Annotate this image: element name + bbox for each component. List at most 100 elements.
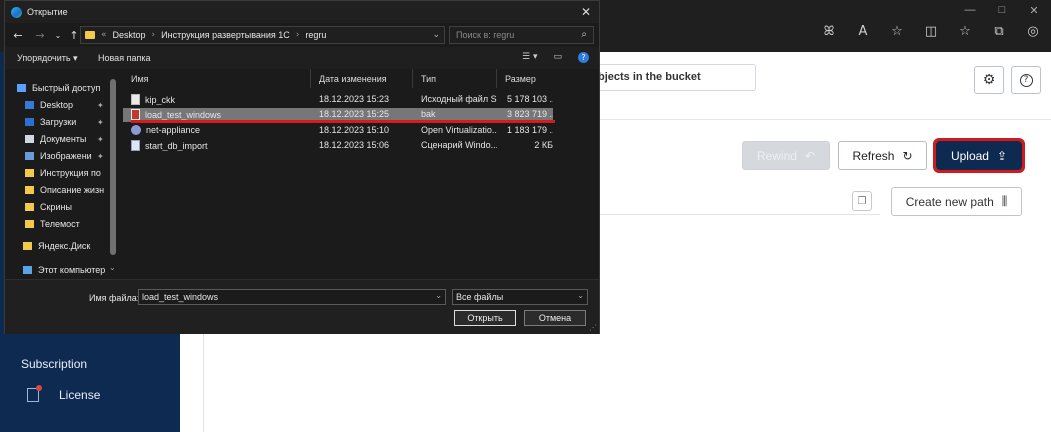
script-file-icon bbox=[131, 140, 140, 151]
back-arrow-icon[interactable]: ← bbox=[11, 29, 25, 42]
breadcrumb-instruction[interactable]: Инструкция развертывания 1С bbox=[161, 30, 290, 40]
breadcrumb-desktop[interactable]: Desktop bbox=[113, 30, 146, 40]
file-row[interactable]: kip_ckk 18.12.2023 15:23 Исходный файл S… bbox=[123, 93, 553, 107]
file-modified: 18.12.2023 15:23 bbox=[319, 94, 390, 104]
close-icon[interactable]: ✕ bbox=[581, 5, 591, 19]
sidebar-item-label: License bbox=[59, 388, 101, 402]
file-row[interactable]: net-appliance 18.12.2023 15:10 Open Virt… bbox=[123, 124, 553, 138]
help-button[interactable]: ? bbox=[1011, 66, 1041, 94]
nav-quick-access[interactable]: Быстрый доступ bbox=[17, 83, 100, 93]
close-window-icon[interactable]: ✕ bbox=[1027, 4, 1041, 17]
nav-label: Desktop bbox=[40, 100, 74, 110]
file-modified: 18.12.2023 15:25 bbox=[319, 109, 390, 119]
backup-file-icon bbox=[131, 109, 140, 120]
file-row[interactable]: start_db_import 18.12.2023 15:06 Сценари… bbox=[123, 139, 553, 153]
nav-desktop[interactable]: Desktop bbox=[25, 100, 73, 110]
cancel-button[interactable]: Отмена bbox=[524, 310, 586, 326]
dialog-search-input[interactable]: Поиск в: regru ⌕ bbox=[449, 26, 594, 44]
resize-grip-icon[interactable]: ⋰ bbox=[589, 323, 597, 332]
chevron-down-icon[interactable]: ⌄ bbox=[435, 291, 442, 300]
address-overflow[interactable]: « bbox=[101, 30, 107, 40]
nav-label: Инструкция по bbox=[40, 168, 101, 178]
filetype-select[interactable]: Все файлы ⌄ bbox=[452, 289, 588, 305]
copy-path-button[interactable]: ❐ bbox=[852, 191, 872, 211]
file-name: start_db_import bbox=[145, 140, 208, 151]
file-name: load_test_windows bbox=[145, 109, 222, 120]
help-icon[interactable]: ? bbox=[578, 52, 589, 63]
chevron-down-icon[interactable]: ⌄ bbox=[109, 263, 116, 272]
nav-label: Телемост bbox=[40, 219, 80, 229]
breadcrumb-regru[interactable]: regru bbox=[305, 30, 326, 40]
nav-label: Загрузки bbox=[40, 117, 77, 127]
file-modified: 18.12.2023 15:06 bbox=[319, 140, 390, 150]
dialog-navbar: ← → ⌄ ↑ « Desktop › Инструкция развертыв… bbox=[5, 24, 599, 46]
column-header-type[interactable]: Тип bbox=[413, 69, 497, 88]
chevron-down-icon[interactable]: ⌄ bbox=[432, 30, 440, 40]
nav-this-pc[interactable]: Этот компьютер bbox=[23, 265, 105, 275]
column-header-name[interactable]: Имя bbox=[123, 69, 311, 88]
refresh-button[interactable]: Refresh ↻ bbox=[838, 141, 927, 170]
nav-folder-description[interactable]: Описание жизн bbox=[25, 185, 104, 195]
nav-folder-telemost[interactable]: Телемост bbox=[25, 219, 80, 229]
scrollbar-thumb[interactable] bbox=[110, 79, 116, 255]
column-header-modified[interactable]: Дата изменения bbox=[311, 69, 413, 88]
open-button[interactable]: Открыть bbox=[454, 310, 516, 326]
search-icon: ⌕ bbox=[581, 29, 587, 40]
profile-icon[interactable]: ◎ bbox=[1023, 24, 1043, 39]
nav-label: Быстрый доступ bbox=[32, 83, 101, 93]
nav-yandex-disk[interactable]: Яндекс.Диск bbox=[23, 241, 90, 251]
maximize-icon[interactable]: □ bbox=[995, 4, 1009, 17]
new-folder-button[interactable]: Новая папка bbox=[98, 53, 150, 63]
rewind-button[interactable]: Rewind ↶ bbox=[742, 141, 830, 170]
gear-icon: ⚙ bbox=[982, 72, 996, 88]
read-aloud-icon[interactable]: ꕤ bbox=[819, 24, 839, 39]
collections-icon[interactable]: ⧉ bbox=[989, 24, 1009, 39]
nav-label: Описание жизн bbox=[40, 185, 105, 195]
settings-button[interactable]: ⚙ bbox=[974, 66, 1004, 94]
forward-arrow-icon[interactable]: → bbox=[33, 29, 47, 42]
recent-dropdown-icon[interactable]: ⌄ bbox=[51, 31, 65, 40]
nav-folder-instruction[interactable]: Инструкция по bbox=[25, 168, 101, 178]
file-type: Исходный файл S... bbox=[421, 94, 497, 104]
favorite-icon[interactable]: ☆ bbox=[887, 24, 907, 39]
copy-icon: ❐ bbox=[857, 195, 867, 207]
sidebar-item-license[interactable]: License bbox=[27, 385, 101, 402]
command-bar: Упорядочить ▾ Новая папка ☰ ▾ ▭ ? bbox=[5, 47, 599, 69]
refresh-icon: ↻ bbox=[902, 148, 913, 163]
split-icon[interactable]: ◫ bbox=[921, 24, 941, 39]
nav-scrollbar[interactable]: ⌄ bbox=[109, 71, 117, 275]
pin-icon: ✦ bbox=[97, 152, 104, 161]
nav-label: Изображени bbox=[40, 151, 92, 161]
path-bar bbox=[598, 186, 880, 215]
file-modified: 18.12.2023 15:10 bbox=[319, 125, 390, 135]
nav-images[interactable]: Изображени bbox=[25, 151, 92, 161]
history-icon: ↶ bbox=[804, 148, 816, 163]
images-icon bbox=[25, 152, 34, 160]
file-name-cell: start_db_import bbox=[131, 140, 208, 151]
create-new-path-button[interactable]: Create new path ⫼ bbox=[891, 187, 1022, 216]
license-icon bbox=[27, 385, 42, 402]
nav-folder-screens[interactable]: Скрины bbox=[25, 202, 72, 212]
nav-downloads[interactable]: Загрузки bbox=[25, 117, 76, 127]
file-size: 2 КБ bbox=[534, 140, 553, 150]
text-size-icon[interactable]: A bbox=[853, 24, 873, 39]
nav-label: Этот компьютер bbox=[38, 265, 106, 275]
organize-menu[interactable]: Упорядочить ▾ bbox=[17, 53, 78, 64]
refresh-label: Refresh bbox=[852, 148, 895, 163]
bucket-search-input[interactable]: bjects in the bucket bbox=[598, 64, 756, 91]
chevron-down-icon: ⌄ bbox=[577, 291, 584, 300]
minimize-icon[interactable]: — bbox=[963, 4, 977, 17]
navigation-pane: Быстрый доступ Desktop ✦ Загрузки ✦ Доку… bbox=[5, 69, 119, 279]
column-header-size[interactable]: Размер bbox=[497, 69, 553, 88]
upload-icon: ⇪ bbox=[996, 148, 1008, 163]
edge-icon bbox=[11, 6, 22, 18]
view-options-icon[interactable]: ☰ ▾ bbox=[522, 52, 537, 63]
filename-value: load_test_windows bbox=[142, 292, 219, 302]
preview-pane-icon[interactable]: ▭ bbox=[553, 52, 562, 63]
upload-button[interactable]: Upload ⇪ bbox=[933, 138, 1025, 173]
address-bar[interactable]: « Desktop › Инструкция развертывания 1С … bbox=[80, 26, 458, 44]
nav-documents[interactable]: Документы bbox=[25, 134, 86, 144]
up-arrow-icon[interactable]: ↑ bbox=[67, 29, 81, 42]
filename-input[interactable]: load_test_windows ⌄ bbox=[138, 289, 446, 305]
favorites-bar-icon[interactable]: ☆ bbox=[955, 24, 975, 39]
